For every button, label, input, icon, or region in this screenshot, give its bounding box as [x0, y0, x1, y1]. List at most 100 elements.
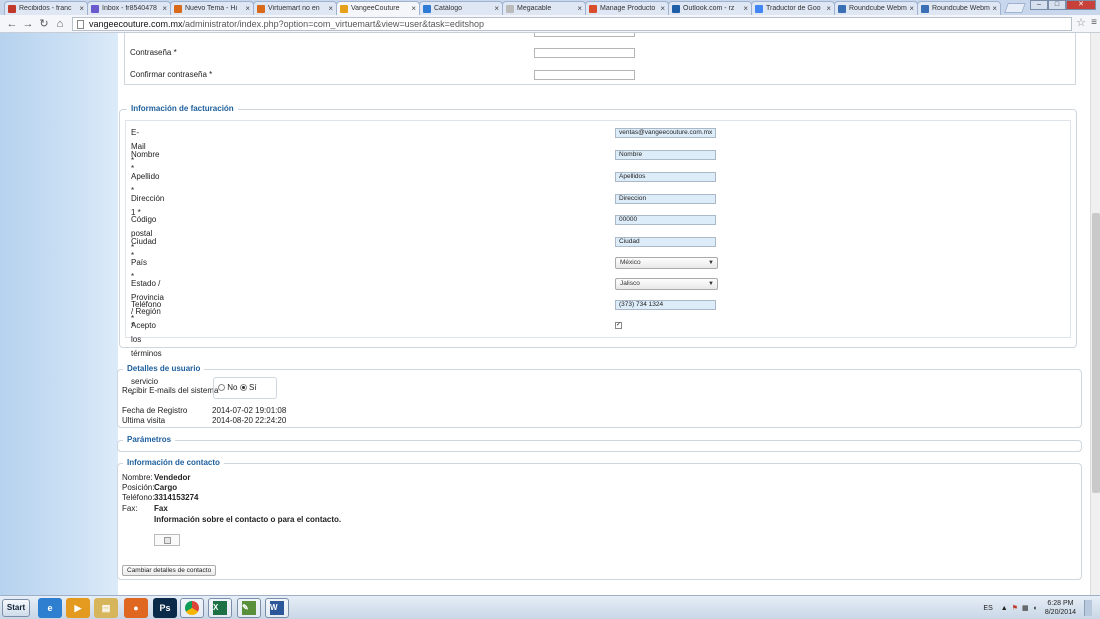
tab-close-icon[interactable]: × [328, 4, 333, 13]
estado-select[interactable]: Jalisco ▼ [615, 278, 718, 290]
nombre-field[interactable]: Nombre [615, 150, 716, 160]
tab-close-icon[interactable]: × [494, 4, 499, 13]
tab-close-icon[interactable]: × [411, 4, 416, 13]
notes-icon[interactable]: ✎ [237, 598, 261, 618]
firefox-icon[interactable]: ● [124, 598, 148, 618]
url-host: vangeecouture.com.mx [89, 19, 183, 29]
browser-tab[interactable]: Manage Producto × [585, 1, 669, 15]
volume-icon[interactable]: ◖ [1033, 605, 1037, 612]
cp-field[interactable]: 00000 [615, 215, 716, 225]
maximize-button[interactable]: □ [1048, 0, 1066, 10]
chevron-down-icon: ▼ [708, 281, 714, 287]
photoshop-icon[interactable]: Ps [153, 598, 177, 618]
billing-legend: Información de facturación [127, 104, 238, 113]
network-icon[interactable]: ▦ [1022, 604, 1029, 612]
parametros-fieldset[interactable]: Parámetros [117, 435, 1082, 452]
address-bar[interactable]: vangeecouture.com.mx/administrator/index… [72, 17, 1072, 31]
tab-close-icon[interactable]: × [909, 4, 914, 13]
browser-tab[interactable]: Roundcube Webm × [917, 1, 1001, 15]
browser-tab[interactable]: Virtuemart no en × [253, 1, 337, 15]
page-scrollbar[interactable] [1090, 33, 1100, 595]
radio-no[interactable] [218, 384, 225, 392]
tab-close-icon[interactable]: × [826, 4, 831, 13]
apellido-field[interactable]: Apellidos [615, 172, 716, 182]
minimize-button[interactable]: – [1030, 0, 1048, 10]
browser-tab[interactable]: Inbox - fr8540478 × [87, 1, 171, 15]
password-field[interactable] [534, 48, 635, 58]
chevron-down-icon: ▼ [708, 260, 714, 266]
flag-icon[interactable]: ⚑ [1012, 604, 1018, 612]
username-field-partial[interactable] [534, 33, 635, 37]
contact-posicion-label: Posición: [122, 483, 155, 492]
browser-tab-bar: Recibidos - franc × Inbox - fr8540478 × Nuev… [0, 0, 1100, 15]
forward-icon[interactable]: → [20, 18, 36, 30]
tab-favicon-icon [423, 4, 431, 13]
browser-tab[interactable]: Megacable × [502, 1, 586, 15]
billing-inner-box: E-Mail * ventas@vangeecouture.com.mx Nom… [125, 120, 1071, 400]
home-icon[interactable]: ⌂ [52, 18, 68, 30]
chrome-icon[interactable] [180, 598, 204, 618]
browser-tab[interactable]: VangeeCouture × [336, 1, 420, 15]
menu-icon[interactable]: ≡ [1091, 17, 1097, 28]
clock[interactable]: 6:28 PM 8/20/2014 [1045, 599, 1076, 617]
browser-tab[interactable]: Catálogo × [419, 1, 503, 15]
confirm-password-label: Confirmar contraseña * [130, 70, 213, 79]
scrollbar-thumb[interactable] [1092, 213, 1100, 493]
start-button[interactable]: Start [2, 599, 30, 617]
tab-title: Traductor de Goo [766, 5, 821, 12]
browser-tab[interactable]: Outlook.com - rz × [668, 1, 752, 15]
reload-icon[interactable]: ↻ [36, 17, 52, 30]
page-content: Contraseña * Confirmar contraseña * Info… [0, 33, 1090, 595]
tab-favicon-icon [838, 4, 846, 13]
radio-no-label: No [227, 383, 238, 392]
contact-nombre-label: Nombre: [122, 473, 153, 482]
tab-favicon-icon [340, 4, 348, 13]
estado-select-value: Jalisco [620, 280, 640, 287]
new-tab-button[interactable] [1004, 3, 1026, 13]
contact-image-placeholder [154, 534, 180, 546]
account-section: Contraseña * Confirmar contraseña * [124, 33, 1076, 85]
tab-close-icon[interactable]: × [245, 4, 250, 13]
password-label: Contraseña * [130, 48, 177, 57]
browser-tab[interactable]: Recibidos - franc × [4, 1, 88, 15]
clock-time: 6:28 PM [1047, 600, 1074, 607]
broken-image-icon [164, 537, 171, 544]
tab-title: Megacable [517, 5, 552, 12]
radio-si[interactable] [239, 384, 247, 392]
visita-value: 2014-08-20 22:24:20 [212, 416, 287, 425]
word-icon[interactable]: W [265, 598, 289, 618]
bookmark-star-icon[interactable]: ☆ [1076, 16, 1086, 29]
browser-tab[interactable]: Nuevo Tema - Hi × [170, 1, 254, 15]
tab-close-icon[interactable]: × [660, 4, 665, 13]
media-player-icon[interactable]: ▶ [66, 598, 90, 618]
tab-close-icon[interactable]: × [577, 4, 582, 13]
ciudad-field[interactable]: Ciudad [615, 237, 716, 247]
tab-close-icon[interactable]: × [743, 4, 748, 13]
pais-select[interactable]: México ▼ [615, 257, 718, 269]
tab-close-icon[interactable]: × [162, 4, 167, 13]
tab-title: VangeeCouture [351, 5, 400, 12]
show-desktop-button[interactable] [1084, 600, 1092, 616]
contact-fieldset: Información de contacto Nombre: Vendedor… [117, 458, 1082, 580]
language-indicator[interactable]: ES [983, 605, 992, 612]
telefono-field[interactable]: (373) 734 1324 [615, 300, 716, 310]
tab-strip: Recibidos - franc × Inbox - fr8540478 × Nuev… [4, 1, 1001, 15]
tab-title: Roundcube Webm [849, 5, 907, 12]
browser-tab[interactable]: Traductor de Goo × [751, 1, 835, 15]
file-explorer-icon[interactable]: ▤ [94, 598, 118, 618]
tray-arrow-icon[interactable]: ▲ [1001, 605, 1008, 612]
ie-icon[interactable]: e [38, 598, 62, 618]
excel-icon[interactable]: X [208, 598, 232, 618]
email-field[interactable]: ventas@vangeecouture.com.mx [615, 128, 716, 138]
browser-tab[interactable]: Roundcube Webm × [834, 1, 918, 15]
close-window-button[interactable]: ✕ [1066, 0, 1096, 10]
change-contact-button[interactable]: Cambiar detalles de contacto [122, 565, 217, 576]
direccion-field[interactable]: Direccion [615, 194, 716, 204]
parametros-legend[interactable]: Parámetros [123, 435, 176, 444]
confirm-password-field[interactable] [534, 70, 635, 80]
tab-close-icon[interactable]: × [79, 4, 84, 13]
tab-close-icon[interactable]: × [992, 4, 997, 13]
terminos-checkbox[interactable]: ✓ [615, 322, 622, 329]
pais-select-value: México [620, 259, 641, 266]
back-icon[interactable]: ← [4, 18, 20, 30]
